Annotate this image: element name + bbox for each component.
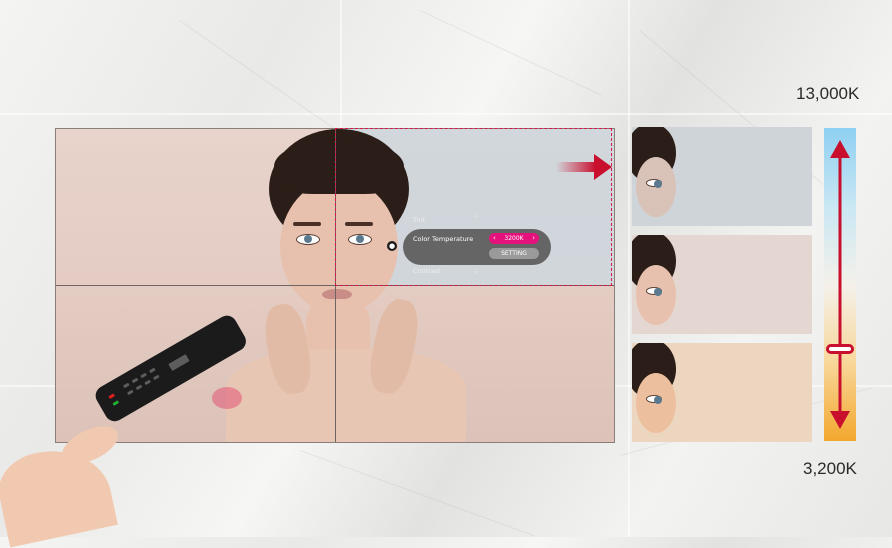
thumb-eye <box>646 395 662 404</box>
remote-key <box>144 379 151 386</box>
osd-item-contrast[interactable]: Contrast <box>413 267 441 275</box>
color-temperature-value[interactable]: ‹ 3200K › <box>489 233 539 244</box>
thumbnail-neutral <box>632 235 812 334</box>
remote-red-key <box>108 393 116 399</box>
arrow-right-icon <box>556 154 612 180</box>
thumbnail-warm <box>632 343 812 442</box>
thumb-eye <box>646 179 662 188</box>
chevron-down-icon[interactable]: ⌄ <box>472 266 479 275</box>
remote-key <box>148 367 156 374</box>
remote-key <box>131 377 139 384</box>
osd-item-tint[interactable]: Tint <box>413 216 425 224</box>
remote-key <box>152 374 160 381</box>
marble-vein <box>419 10 602 96</box>
chevron-left-icon[interactable]: ‹ <box>493 233 496 244</box>
tile-seam <box>0 113 892 115</box>
left-brow <box>293 222 321 226</box>
remote-key <box>122 382 130 389</box>
min-temperature-label: 3,200K <box>803 459 857 478</box>
remote-dpad <box>168 354 190 372</box>
chevron-right-icon[interactable]: › <box>532 233 535 244</box>
value-text: 3200K <box>504 235 524 242</box>
thumbnail-cool <box>632 127 812 226</box>
remote-key <box>135 384 143 391</box>
slider-arrow <box>830 140 850 429</box>
left-eye <box>296 234 320 245</box>
slider-handle[interactable] <box>826 343 854 354</box>
tile-seam <box>340 0 342 128</box>
power-button-highlight <box>212 387 242 409</box>
tile-seam <box>628 0 630 537</box>
chevron-up-icon[interactable]: ⌃ <box>472 214 479 223</box>
remote-key <box>140 372 147 379</box>
osd-item-color-temperature[interactable]: Color Temperature <box>413 235 473 243</box>
info-dot-icon: ● <box>387 241 397 251</box>
max-temperature-label: 13,000K <box>796 84 860 103</box>
setting-button[interactable]: SETTING <box>489 248 539 259</box>
portrait-blouse <box>226 349 466 442</box>
marble-vein <box>299 450 535 537</box>
remote-green-key <box>112 400 120 406</box>
remote-key <box>126 389 134 396</box>
thumb-eye <box>646 287 662 296</box>
